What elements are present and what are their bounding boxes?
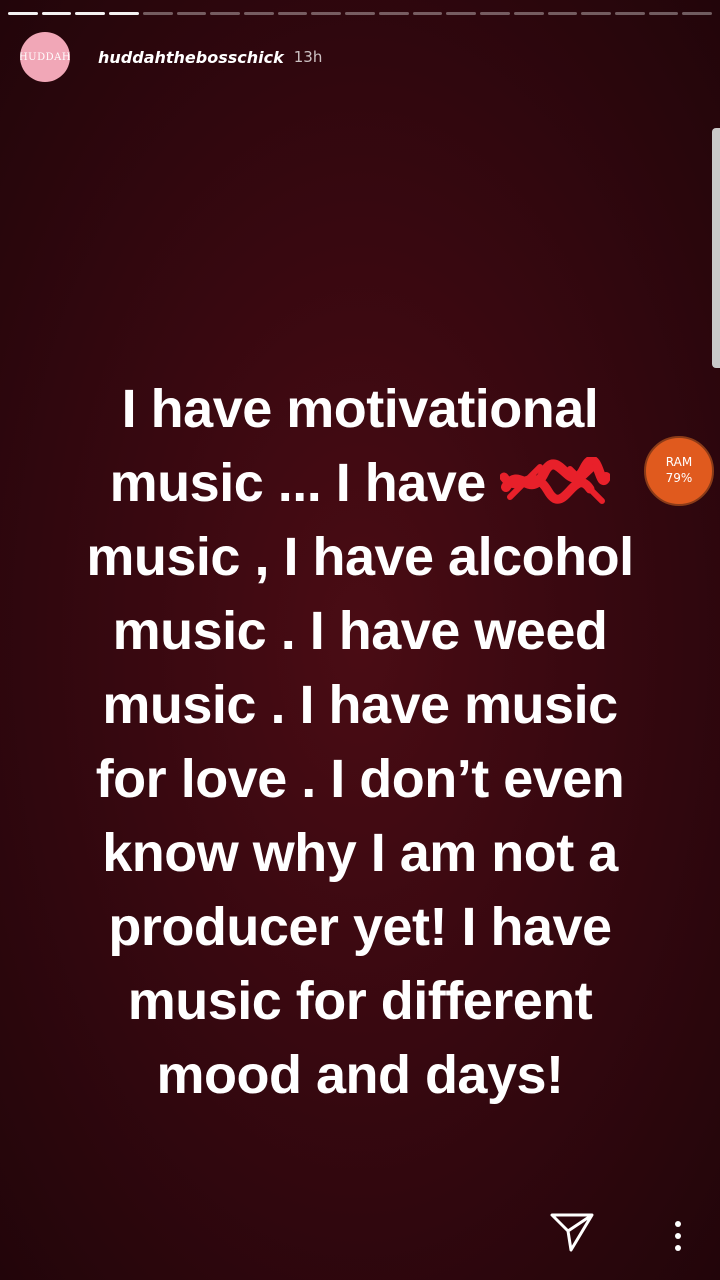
story-line: music , I have alcohol: [86, 527, 634, 587]
progress-segment: [210, 12, 241, 15]
story-line: know why I am not a: [102, 823, 618, 883]
avatar-logo-text: HUDDAH: [20, 51, 70, 63]
avatar[interactable]: HUDDAH: [20, 32, 70, 82]
story-line: music . I have weed: [112, 601, 608, 661]
progress-segment: [513, 12, 544, 15]
story-line: mood and days!: [156, 1045, 564, 1105]
edge-handle[interactable]: [712, 128, 720, 368]
progress-segment: [581, 12, 611, 15]
progress-segment: [412, 12, 443, 15]
progress-segment: [311, 12, 342, 15]
story-line: music ... I have: [40, 446, 680, 520]
progress-segment: [648, 12, 679, 15]
story-header: HUDDAH huddahthebosschick 13h: [20, 32, 322, 82]
story-footer: [0, 1210, 720, 1260]
story-line: I have motivational: [121, 379, 599, 439]
progress-segment: [682, 12, 713, 15]
story-line: for love . I don’t even: [95, 749, 625, 809]
username[interactable]: huddahthebosschick: [98, 48, 284, 67]
progress-segment: [378, 12, 409, 15]
story-text: I have motivational music ... I have mus…: [40, 372, 680, 1112]
censor-scribble: [500, 457, 611, 507]
progress-segment: [8, 12, 38, 15]
progress-segment: [345, 12, 375, 15]
progress-segment: [480, 12, 510, 15]
progress-segment: [41, 12, 72, 15]
send-icon[interactable]: [548, 1210, 596, 1254]
story-line: producer yet! I have: [108, 897, 612, 957]
more-vertical-icon[interactable]: [666, 1218, 690, 1254]
story-line: music . I have music: [102, 675, 618, 735]
story-line: music for different: [127, 971, 593, 1031]
progress-segment: [446, 12, 477, 15]
progress-segment: [547, 12, 578, 15]
progress-segment: [277, 12, 308, 15]
progress-segment: [109, 12, 139, 15]
progress-segment: [244, 12, 274, 15]
progress-segment: [614, 12, 645, 15]
progress-segment: [75, 12, 106, 15]
progress-segment: [176, 12, 207, 15]
story-progress-bar: [8, 12, 713, 15]
progress-segment: [142, 12, 173, 15]
timestamp: 13h: [293, 48, 323, 66]
